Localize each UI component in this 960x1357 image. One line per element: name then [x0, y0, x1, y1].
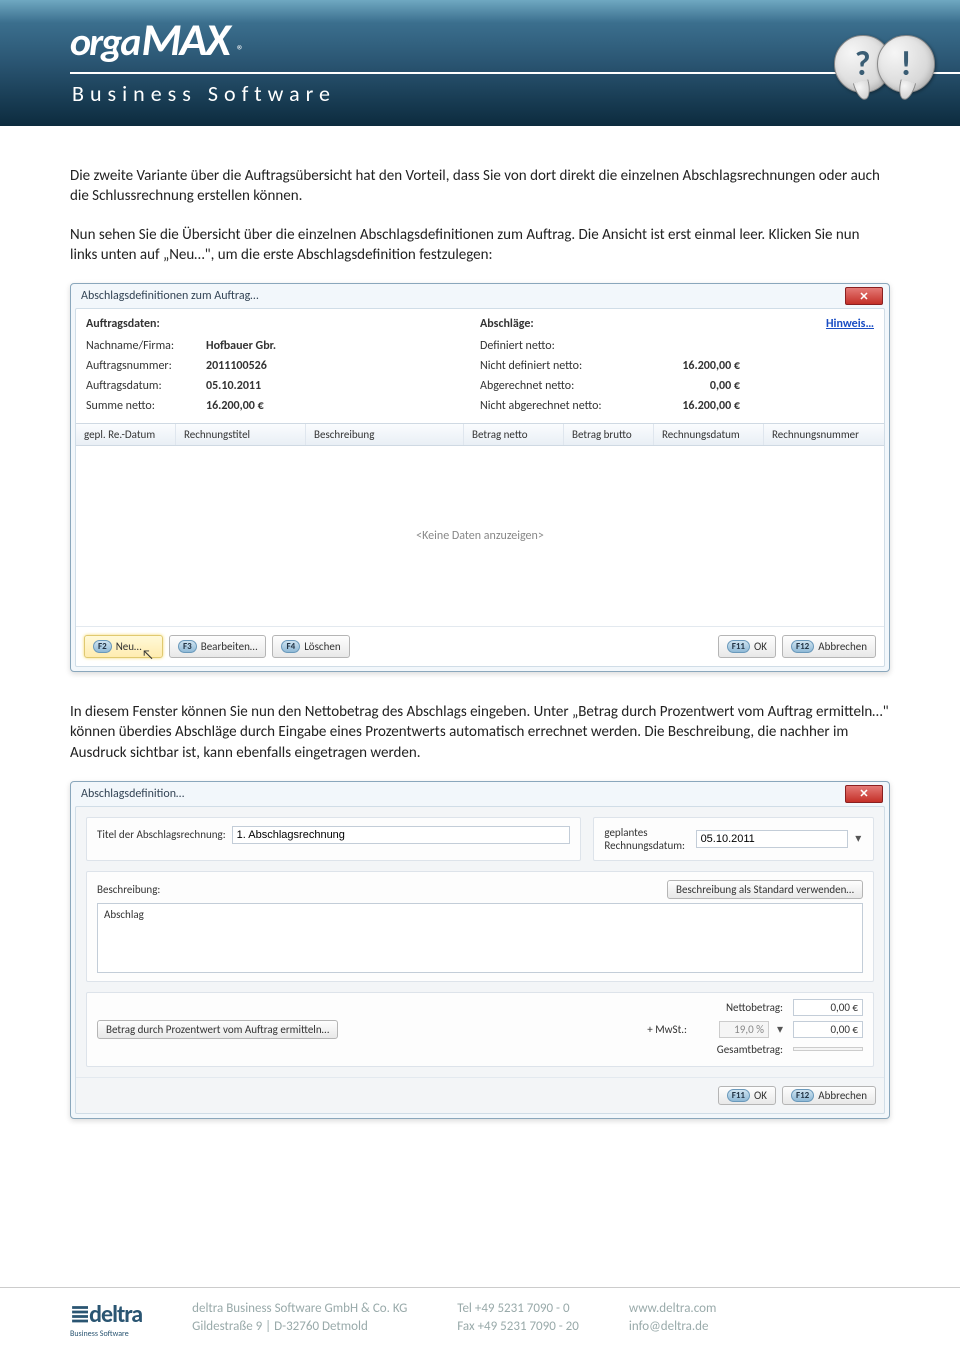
- window2-title: Abschlagsdefinition…: [81, 787, 845, 801]
- footer-company: deltra Business Software GmbH & Co. KG: [192, 1300, 407, 1318]
- f3-key-icon: F3: [178, 640, 197, 653]
- f2-key-icon: F2: [93, 640, 112, 653]
- neu-button[interactable]: F2Neu…↖: [84, 635, 163, 658]
- abgerechnet-value: 0,00 €: [640, 379, 740, 393]
- nicht-definiert-value: 16.200,00 €: [640, 359, 740, 373]
- logo-subtitle: Business Software: [70, 72, 960, 107]
- definition-grid: gepl. Re.-Datum Rechnungstitel Beschreib…: [76, 423, 884, 626]
- exclaim-bubble-icon: !: [877, 35, 935, 93]
- close-icon: ✕: [859, 787, 868, 800]
- f12-key-icon: F12: [791, 1089, 814, 1102]
- col-gepl-datum[interactable]: gepl. Re.-Datum: [76, 424, 176, 445]
- loeschen-button[interactable]: F4 Löschen: [272, 635, 349, 658]
- abbrechen-label: Abbrechen: [818, 640, 867, 653]
- ok-button[interactable]: F11 OK: [718, 635, 776, 658]
- abgerechnet-label: Abgerechnet netto:: [480, 379, 640, 393]
- gesamtbetrag-value: [793, 1047, 863, 1051]
- abschlagsdefinitionen-window: Abschlagsdefinitionen zum Auftrag… ✕ Auf…: [70, 283, 890, 672]
- ok-label-2: OK: [754, 1089, 767, 1102]
- paragraph-2: Nun sehen Sie die Übersicht über die ein…: [70, 225, 890, 266]
- mwst-label: + MwSt.:: [647, 1023, 697, 1036]
- abschlagsdefinition-window: Abschlagsdefinition… ✕ Titel der Abschla…: [70, 781, 890, 1119]
- paragraph-1: Die zweite Variante über die Auftragsübe…: [70, 166, 890, 207]
- nicht-definiert-label: Nicht definiert netto:: [480, 359, 640, 373]
- footer-fax: Fax +49 5231 7090 - 20: [457, 1318, 579, 1336]
- close-icon: ✕: [859, 290, 868, 303]
- auftragsdaten-heading: Auftragsdaten:: [86, 317, 480, 331]
- ok-label: OK: [754, 640, 767, 653]
- grid-empty-text: <Keine Daten anzuzeigen>: [76, 446, 884, 626]
- f4-key-icon: F4: [281, 640, 300, 653]
- beschreibung-standard-button[interactable]: Beschreibung als Standard verwenden…: [667, 880, 863, 899]
- footer-logo-sub: Business Software: [70, 1329, 142, 1339]
- nettobetrag-value[interactable]: 0,00 €: [793, 999, 863, 1016]
- mwst-rate[interactable]: 19,0 %: [719, 1021, 769, 1038]
- abbrechen-label-2: Abbrechen: [818, 1089, 867, 1102]
- chevron-down-icon[interactable]: ▾: [773, 1022, 787, 1037]
- loeschen-label: Löschen: [304, 640, 340, 653]
- footer-tel: Tel +49 5231 7090 - 0: [457, 1300, 579, 1318]
- col-betrag-netto[interactable]: Betrag netto: [464, 424, 564, 445]
- definiert-value: [640, 339, 740, 353]
- beschreibung-textarea[interactable]: Abschlag: [97, 903, 863, 973]
- datum-input[interactable]: [696, 830, 848, 848]
- col-beschreibung[interactable]: Beschreibung: [306, 424, 464, 445]
- abbrechen-button[interactable]: F12 Abbrechen: [782, 635, 876, 658]
- paragraph-3: In diesem Fenster können Sie nun den Net…: [70, 702, 890, 763]
- footer-url: www.deltra.com: [629, 1300, 716, 1318]
- page-footer: ≣deltra Business Software deltra Busines…: [0, 1287, 960, 1357]
- cursor-icon: ↖: [142, 646, 154, 663]
- footer-email: info@deltra.de: [629, 1318, 716, 1336]
- window-title: Abschlagsdefinitionen zum Auftrag…: [81, 289, 845, 303]
- col-rechnungsdatum[interactable]: Rechnungsdatum: [654, 424, 764, 445]
- auftragsdatum-label: Auftragsdatum:: [86, 379, 206, 393]
- f12-key-icon: F12: [791, 640, 814, 653]
- mwst-value: 0,00 €: [793, 1021, 863, 1038]
- nachname-label: Nachname/Firma:: [86, 339, 206, 353]
- nachname-value: Hofbauer Gbr.: [206, 339, 276, 353]
- auftragsnummer-label: Auftragsnummer:: [86, 359, 206, 373]
- hinweis-link[interactable]: Hinweis…: [826, 317, 874, 331]
- footer-address: Gildestraße 9 | D-32760 Detmold: [192, 1318, 407, 1336]
- neu-label: Neu…: [116, 640, 142, 653]
- col-rechnungstitel[interactable]: Rechnungstitel: [176, 424, 306, 445]
- auftragsnummer-value: 2011100526: [206, 359, 267, 373]
- logo: orga MAX ® Business Software: [70, 12, 960, 107]
- titel-label: Titel der Abschlagsrechnung:: [97, 828, 226, 841]
- f11-key-icon: F11: [727, 640, 750, 653]
- summe-label: Summe netto:: [86, 399, 206, 413]
- logo-max: MAX: [141, 12, 228, 68]
- definiert-label: Definiert netto:: [480, 339, 640, 353]
- prozentwert-button[interactable]: Betrag durch Prozentwert vom Auftrag erm…: [97, 1020, 338, 1039]
- close-button-2[interactable]: ✕: [845, 785, 883, 803]
- auftragsdatum-value: 05.10.2011: [206, 379, 261, 393]
- bearbeiten-button[interactable]: F3 Bearbeiten…: [169, 635, 266, 658]
- col-betrag-brutto[interactable]: Betrag brutto: [564, 424, 654, 445]
- gesamtbetrag-label: Gesamtbetrag:: [717, 1043, 793, 1056]
- nettobetrag-label: Nettobetrag:: [726, 1001, 793, 1014]
- nicht-abgerechnet-label: Nicht abgerechnet netto:: [480, 399, 640, 413]
- bearbeiten-label: Bearbeiten…: [201, 640, 258, 653]
- abschlaege-heading: Abschläge:: [480, 317, 534, 331]
- summe-value: 16.200,00 €: [206, 399, 264, 413]
- footer-logo-text: deltra: [89, 1300, 142, 1329]
- chevron-down-icon[interactable]: ▾: [854, 831, 863, 846]
- beschreibung-label: Beschreibung:: [97, 883, 160, 896]
- footer-logo: ≣deltra Business Software: [70, 1300, 142, 1339]
- close-button[interactable]: ✕: [845, 287, 883, 305]
- titel-input[interactable]: [232, 826, 571, 844]
- help-bubbles: ? !: [834, 10, 935, 93]
- col-rechnungsnummer[interactable]: Rechnungsnummer: [764, 424, 884, 445]
- logo-reg: ®: [237, 42, 244, 59]
- abbrechen-button-2[interactable]: F12 Abbrechen: [782, 1086, 876, 1105]
- nicht-abgerechnet-value: 16.200,00 €: [640, 399, 740, 413]
- f11-key-icon: F11: [727, 1089, 750, 1102]
- ok-button-2[interactable]: F11 OK: [718, 1086, 776, 1105]
- page-header: orga MAX ® Business Software ? !: [0, 0, 960, 126]
- footer-logo-bars-icon: ≣: [70, 1300, 87, 1329]
- logo-orga: orga: [70, 17, 139, 66]
- datum-label: geplantes Rechnungsdatum:: [604, 826, 689, 852]
